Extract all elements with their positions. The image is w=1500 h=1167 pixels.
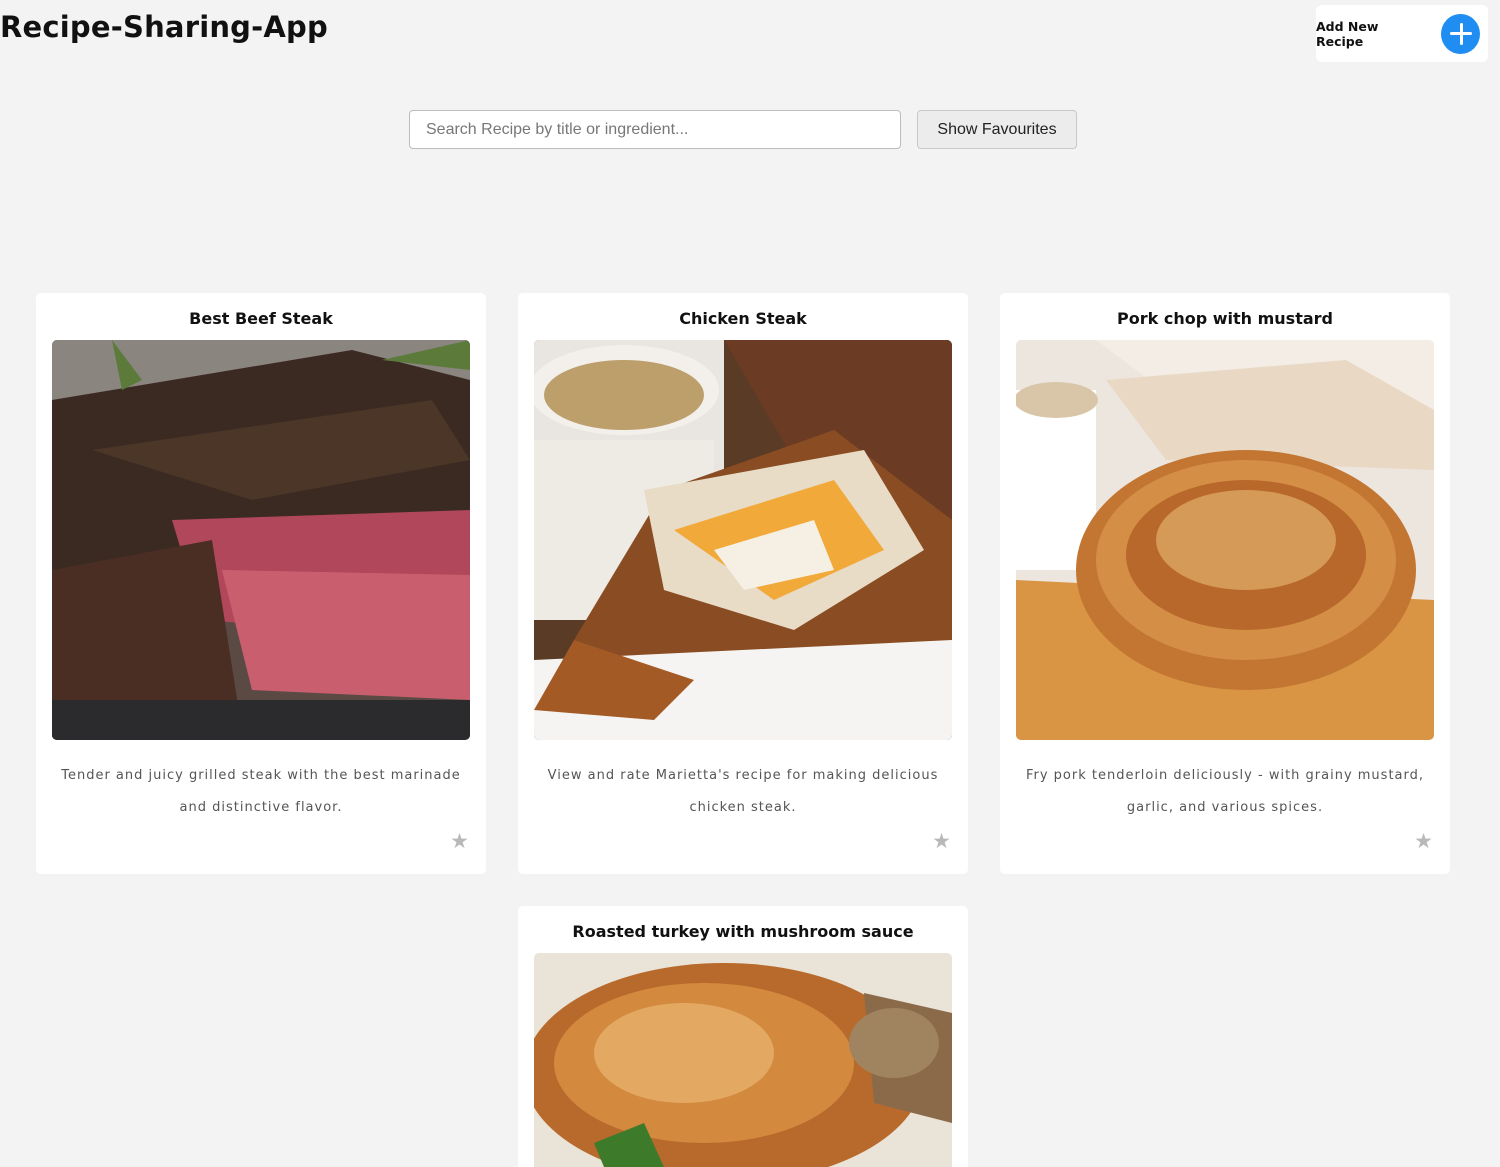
show-favourites-button[interactable]: Show Favourites [917, 110, 1077, 149]
search-input[interactable] [409, 110, 901, 149]
recipe-image [534, 340, 952, 740]
recipe-description: Tender and juicy grilled steak with the … [61, 768, 461, 815]
recipe-title: Roasted turkey with mushroom sauce [572, 922, 914, 941]
star-icon[interactable]: ★ [450, 831, 469, 852]
recipe-description: Fry pork tenderloin deliciously - with g… [1025, 768, 1425, 815]
recipe-image [52, 340, 470, 740]
recipe-card[interactable]: Best Beef Steak Tender and juicy grilled… [36, 293, 486, 874]
star-icon[interactable]: ★ [1414, 831, 1433, 852]
plus-icon[interactable] [1441, 13, 1480, 54]
add-new-recipe-label: Add New Recipe [1316, 18, 1379, 49]
recipe-image [1016, 340, 1434, 740]
star-icon[interactable]: ★ [932, 831, 951, 852]
recipe-card[interactable]: Roasted turkey with mushroom sauce [518, 906, 968, 1167]
recipe-title: Best Beef Steak [189, 309, 333, 328]
recipe-title: Pork chop with mustard [1117, 309, 1333, 328]
recipe-card[interactable]: Pork chop with mustard Fry pork tenderlo… [1000, 293, 1450, 874]
add-new-recipe-button[interactable]: Add New Recipe [1316, 5, 1488, 62]
recipe-card[interactable]: Chicken Steak View and rate Marietta's r… [518, 293, 968, 874]
recipe-description: View and rate Marietta's recipe for maki… [547, 768, 939, 815]
recipe-title: Chicken Steak [679, 309, 807, 328]
app-title: Recipe-Sharing-App [0, 10, 328, 44]
recipe-image [534, 953, 952, 1167]
